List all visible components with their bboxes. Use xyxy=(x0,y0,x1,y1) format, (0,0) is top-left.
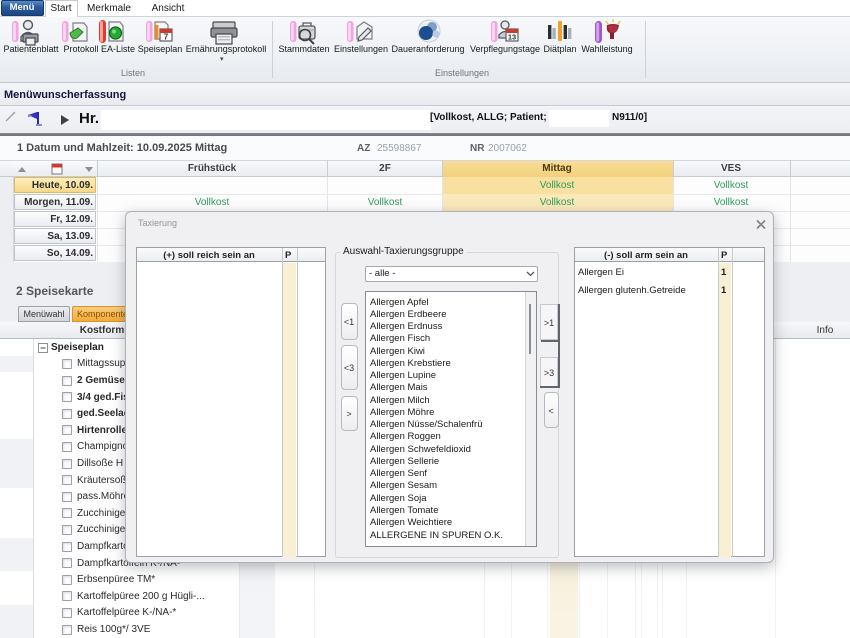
svg-text:13: 13 xyxy=(508,33,516,42)
svg-text:7: 7 xyxy=(164,33,169,42)
